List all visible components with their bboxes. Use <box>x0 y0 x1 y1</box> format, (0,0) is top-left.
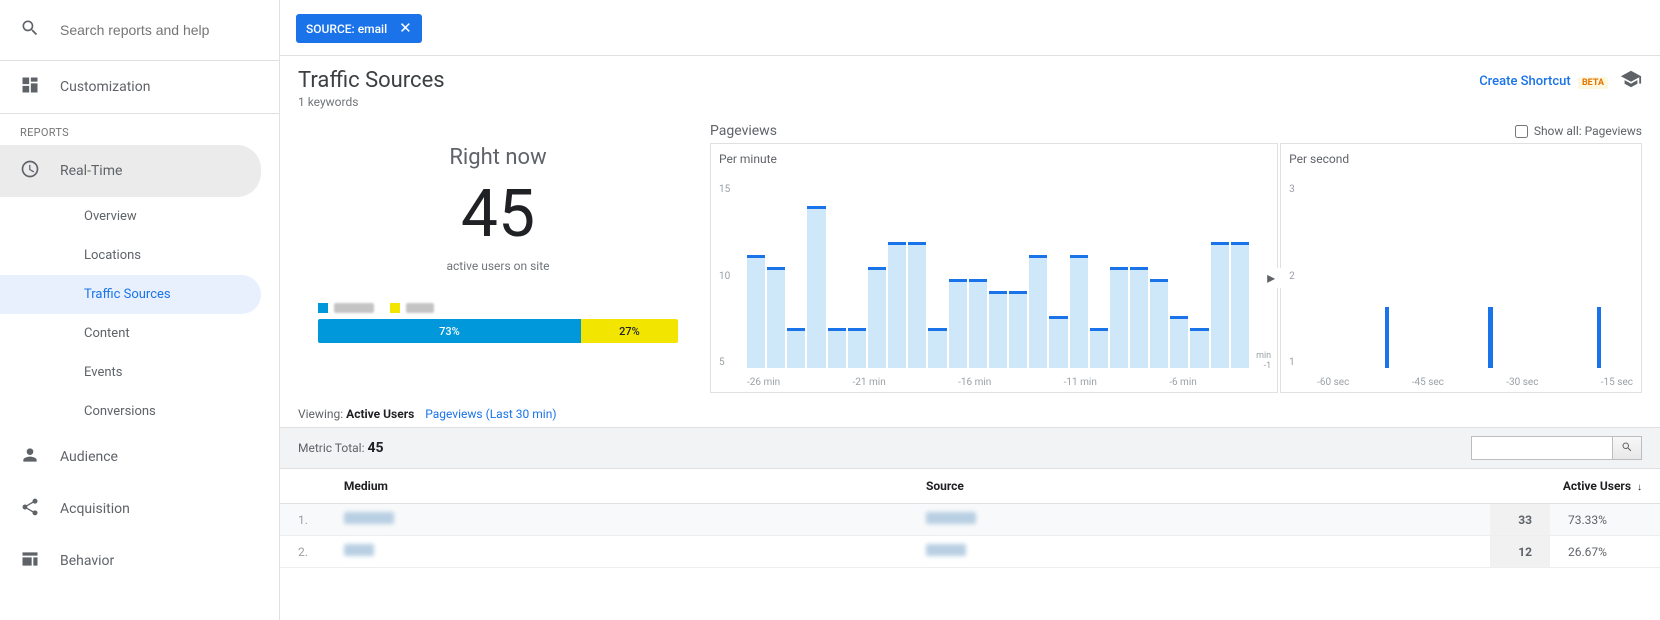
pageviews-title: Pageviews <box>710 123 777 139</box>
sources-table: Medium Source Active Users↓ 1. 33 73.33% <box>280 469 1660 568</box>
legend-swatch <box>318 303 328 313</box>
sidebar-label: Customization <box>60 79 150 95</box>
pct-cell: 26.67% <box>1550 536 1660 568</box>
legend <box>298 303 698 313</box>
search-icon <box>1621 441 1633 456</box>
active-users-cell: 12 <box>1490 536 1550 568</box>
show-all-checkbox[interactable]: Show all: Pageviews <box>1515 124 1642 138</box>
table-search-button[interactable] <box>1612 437 1641 459</box>
col-medium[interactable]: Medium <box>326 469 908 504</box>
close-icon[interactable]: ✕ <box>399 21 412 36</box>
col-source[interactable]: Source <box>908 469 1490 504</box>
page-title: Traffic Sources <box>298 68 445 93</box>
sidebar: Customization REPORTS Real-Time Overview… <box>0 0 280 620</box>
graduation-cap-icon[interactable] <box>1620 68 1642 94</box>
sidebar-item-behavior[interactable]: Behavior <box>0 535 279 587</box>
sidebar-item-audience[interactable]: Audience <box>0 431 279 483</box>
legend-swatch <box>390 303 400 313</box>
page-header: Traffic Sources 1 keywords Create Shortc… <box>280 56 1660 115</box>
active-users-cell: 33 <box>1490 504 1550 536</box>
search-bar <box>0 0 279 60</box>
filter-bar: SOURCE: email ✕ <box>280 0 1660 56</box>
y-axis-ticks: 15 10 5 <box>719 184 730 368</box>
breakdown-seg-1: 73% <box>318 319 581 343</box>
legend-item <box>318 303 374 313</box>
sub-item-overview[interactable]: Overview <box>0 197 279 236</box>
search-icon <box>20 18 40 42</box>
source-value-blurred <box>926 512 976 524</box>
breakdown-seg-2: 27% <box>581 319 678 343</box>
chart-label: Per minute <box>719 152 1269 166</box>
metric-total-label: Metric Total: <box>298 441 364 455</box>
table-search[interactable] <box>1471 436 1642 460</box>
show-all-input[interactable] <box>1515 125 1528 138</box>
source-value-blurred <box>926 544 966 556</box>
right-now-label: Right now <box>298 145 698 170</box>
sidebar-item-acquisition[interactable]: Acquisition <box>0 483 279 535</box>
person-icon <box>20 445 40 469</box>
page-subtitle: 1 keywords <box>298 95 445 109</box>
sidebar-label: Real-Time <box>60 163 122 179</box>
per-minute-chart: Per minute 15 10 5 -26 min -21 min -16 m… <box>710 143 1278 393</box>
search-input[interactable] <box>60 22 259 38</box>
dashboard-icon <box>20 75 40 99</box>
y-axis-ticks: 3 2 1 <box>1289 184 1295 368</box>
pct-cell: 73.33% <box>1550 504 1660 536</box>
metric-total-bar: Metric Total: 45 <box>280 427 1660 469</box>
legend-label-blurred <box>406 303 434 313</box>
legend-label-blurred <box>334 303 374 313</box>
axis-min-label: min-1 <box>1256 352 1271 372</box>
medium-value-blurred <box>344 512 394 524</box>
active-users-count: 45 <box>298 176 698 253</box>
sort-down-icon: ↓ <box>1637 482 1642 493</box>
x-axis-ticks: -60 sec -45 sec -30 sec -15 sec <box>1317 377 1633 388</box>
viewing-toggle: Viewing: Active Users Pageviews (Last 30… <box>280 401 1660 427</box>
sub-item-content[interactable]: Content <box>0 314 279 353</box>
viewing-active-users[interactable]: Active Users <box>346 407 414 421</box>
sub-item-conversions[interactable]: Conversions <box>0 392 279 431</box>
chip-key: SOURCE: <box>306 22 355 36</box>
table-row[interactable]: 1. 33 73.33% <box>280 504 1660 536</box>
bars-area <box>747 184 1269 368</box>
sidebar-item-realtime[interactable]: Real-Time <box>0 145 261 197</box>
metric-total-value: 45 <box>367 440 383 456</box>
sidebar-label: Audience <box>60 449 118 465</box>
per-second-chart: ▸ Per second 3 2 1 -60 sec -45 sec -30 s… <box>1280 143 1642 393</box>
chart-label: Per second <box>1289 152 1633 166</box>
table-row[interactable]: 2. 12 26.67% <box>280 536 1660 568</box>
medium-value-blurred <box>344 544 374 556</box>
share-icon <box>20 497 40 521</box>
active-users-label: active users on site <box>298 259 698 273</box>
realtime-panel: Right now 45 active users on site 73% 27… <box>298 115 698 393</box>
legend-item <box>390 303 434 313</box>
x-axis-ticks: -26 min -21 min -16 min -11 min -6 min <box>747 377 1269 388</box>
sidebar-label: Acquisition <box>60 501 130 517</box>
table-section: Viewing: Active Users Pageviews (Last 30… <box>280 401 1660 568</box>
sub-item-traffic-sources[interactable]: Traffic Sources <box>0 275 261 314</box>
web-icon <box>20 549 40 573</box>
sidebar-item-customization[interactable]: Customization <box>0 61 279 113</box>
beta-badge: BETA <box>1578 77 1608 89</box>
realtime-submenu: Overview Locations Traffic Sources Conte… <box>0 197 279 431</box>
chevron-right-icon[interactable]: ▸ <box>1267 268 1287 288</box>
sub-item-events[interactable]: Events <box>0 353 279 392</box>
bars-area <box>1309 184 1633 368</box>
clock-icon <box>20 159 40 183</box>
filter-chip-source[interactable]: SOURCE: email ✕ <box>296 14 422 43</box>
breakdown-bar: 73% 27% <box>318 319 678 343</box>
sidebar-label: Behavior <box>60 553 114 569</box>
charts-panel: Pageviews Show all: Pageviews Per minute… <box>710 115 1642 393</box>
chip-value: email <box>358 22 387 36</box>
create-shortcut-link[interactable]: Create Shortcut BETA <box>1479 74 1608 89</box>
reports-label: REPORTS <box>0 114 279 145</box>
sub-item-locations[interactable]: Locations <box>0 236 279 275</box>
table-search-input[interactable] <box>1472 437 1612 459</box>
viewing-pageviews[interactable]: Pageviews (Last 30 min) <box>425 407 556 421</box>
main: SOURCE: email ✕ Traffic Sources 1 keywor… <box>280 0 1660 620</box>
col-active-users[interactable]: Active Users↓ <box>1490 469 1660 504</box>
